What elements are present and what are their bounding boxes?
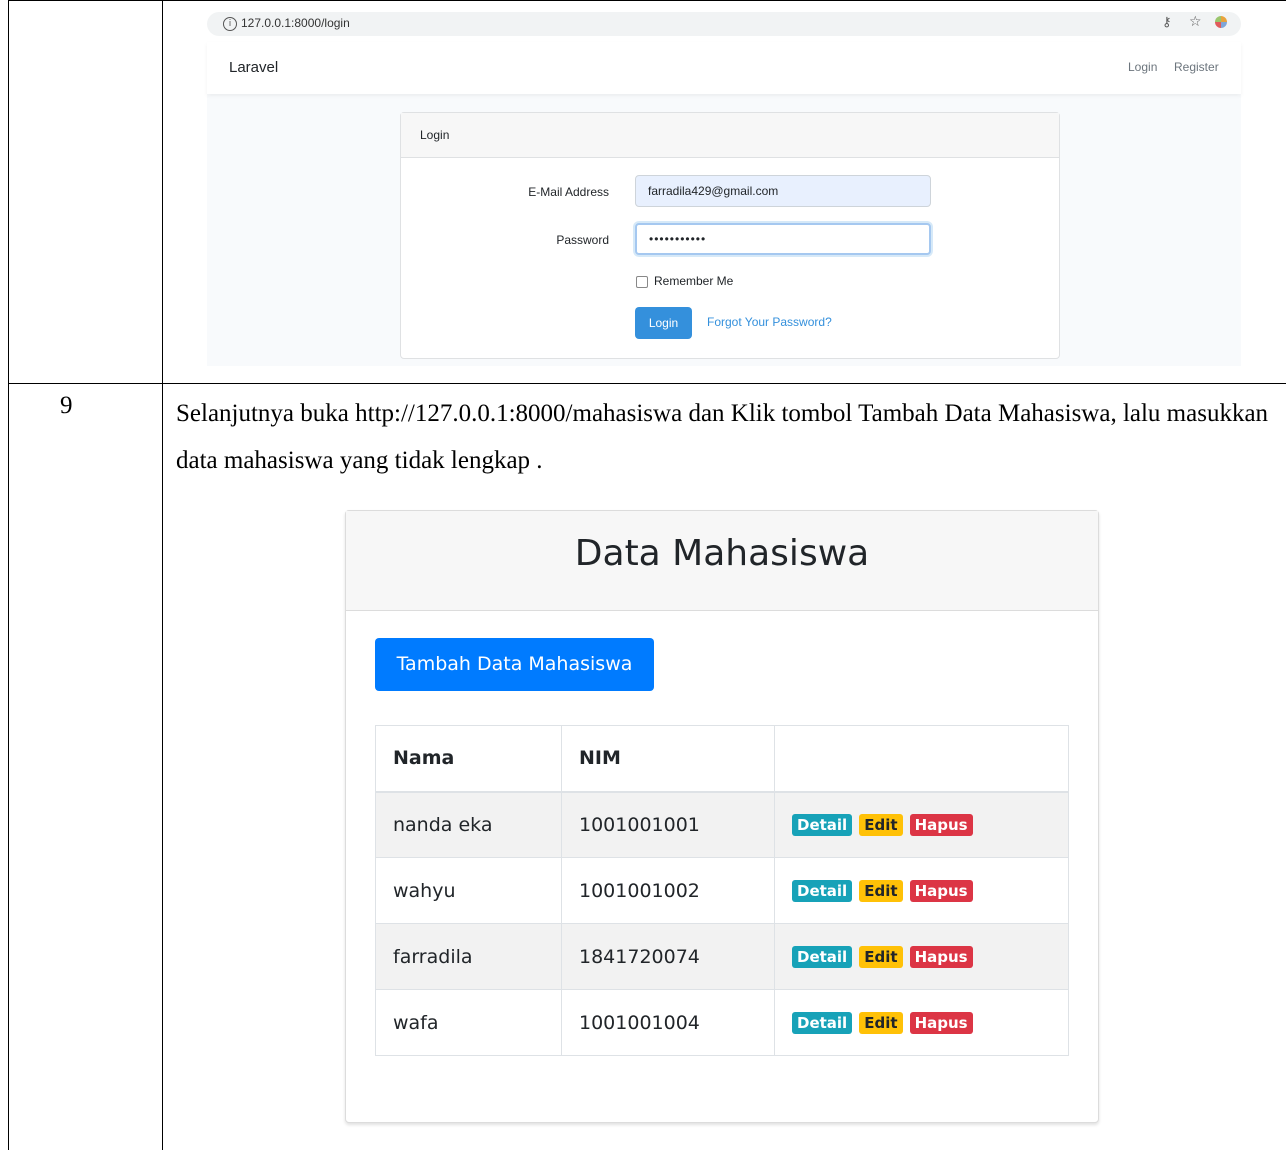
detail-button[interactable]: Detail <box>792 814 853 837</box>
detail-button[interactable]: Detail <box>792 1012 853 1034</box>
student-table: Nama NIM nanda eka 1001001001 Detail Edi… <box>375 725 1069 1056</box>
cell-nim: 1841720074 <box>561 923 775 990</box>
remember-me-label[interactable]: Remember Me <box>654 274 733 288</box>
cell-nama: farradila <box>375 923 562 990</box>
navbar: Laravel Login Register <box>207 42 1241 94</box>
star-icon[interactable]: ☆ <box>1189 14 1202 30</box>
table-header-row: Nama NIM <box>375 725 1069 793</box>
brand-link[interactable]: Laravel <box>229 59 278 76</box>
nav-login-link[interactable]: Login <box>1128 60 1157 74</box>
table-border-left <box>8 0 9 1150</box>
login-card-title: Login <box>420 128 450 142</box>
key-icon[interactable]: ⚷ <box>1162 15 1172 30</box>
cell-actions: Detail Edit Hapus <box>774 989 1069 1056</box>
email-label: E-Mail Address <box>528 185 609 199</box>
detail-button[interactable]: Detail <box>792 880 853 902</box>
login-screenshot: i 127.0.0.1:8000/login ⚷ ☆ Laravel Login… <box>207 6 1241 366</box>
table-row: nanda eka 1001001001 Detail Edit Hapus <box>375 791 1069 858</box>
row-number: 9 <box>60 392 73 419</box>
cell-nim: 1001001001 <box>561 791 775 858</box>
nav-register-link[interactable]: Register <box>1174 60 1219 74</box>
card-header: Data Mahasiswa <box>346 511 1098 611</box>
instruction-text: Selanjutnya buka http://127.0.0.1:8000/m… <box>176 400 1269 474</box>
delete-button[interactable]: Hapus <box>909 1012 973 1034</box>
edit-button[interactable]: Edit <box>859 814 903 837</box>
column-header-nama: Nama <box>375 725 562 793</box>
page-title: Data Mahasiswa <box>574 533 870 574</box>
extension-icon[interactable] <box>1215 16 1227 28</box>
cell-nama: nanda eka <box>375 791 562 858</box>
detail-button[interactable]: Detail <box>792 946 853 968</box>
cell-nama: wahyu <box>375 857 562 924</box>
login-card-header: Login <box>401 113 1059 158</box>
cell-nim: 1001001002 <box>561 857 775 924</box>
table-border-top <box>8 0 1286 1</box>
password-field[interactable]: ••••••••••• <box>635 223 931 255</box>
remember-me-checkbox[interactable] <box>636 276 648 288</box>
column-header-nim: NIM <box>561 725 775 793</box>
delete-button[interactable]: Hapus <box>909 814 973 837</box>
table-row: wafa 1001001004 Detail Edit Hapus <box>375 989 1069 1056</box>
login-card: Login E-Mail Address farradila429@gmail.… <box>400 112 1060 359</box>
login-button[interactable]: Login <box>635 307 692 339</box>
forgot-password-link[interactable]: Forgot Your Password? <box>707 315 832 329</box>
edit-button[interactable]: Edit <box>859 1012 903 1034</box>
address-bar: i 127.0.0.1:8000/login ⚷ ☆ <box>207 6 1241 43</box>
cell-nama: wafa <box>375 989 562 1056</box>
table-row: farradila 1841720074 Detail Edit Hapus <box>375 923 1069 990</box>
password-label: Password <box>556 233 609 247</box>
edit-button[interactable]: Edit <box>859 946 903 968</box>
data-mahasiswa-card: Data Mahasiswa Tambah Data Mahasiswa Nam… <box>345 510 1099 1123</box>
omnibox[interactable]: i 127.0.0.1:8000/login ⚷ ☆ <box>207 12 1241 36</box>
column-header-actions <box>774 725 1069 793</box>
email-field[interactable]: farradila429@gmail.com <box>635 175 931 207</box>
table-row: wahyu 1001001002 Detail Edit Hapus <box>375 857 1069 924</box>
url-text[interactable]: 127.0.0.1:8000/login <box>241 16 350 30</box>
delete-button[interactable]: Hapus <box>909 880 973 902</box>
cell-actions: Detail Edit Hapus <box>774 791 1069 858</box>
table-border-row <box>8 383 1286 384</box>
add-student-button[interactable]: Tambah Data Mahasiswa <box>375 638 654 691</box>
edit-button[interactable]: Edit <box>859 880 903 902</box>
info-icon[interactable]: i <box>223 17 237 31</box>
cell-actions: Detail Edit Hapus <box>774 923 1069 990</box>
cell-nim: 1001001004 <box>561 989 775 1056</box>
delete-button[interactable]: Hapus <box>909 946 973 968</box>
cell-actions: Detail Edit Hapus <box>774 857 1069 924</box>
table-border-column <box>162 0 163 1150</box>
